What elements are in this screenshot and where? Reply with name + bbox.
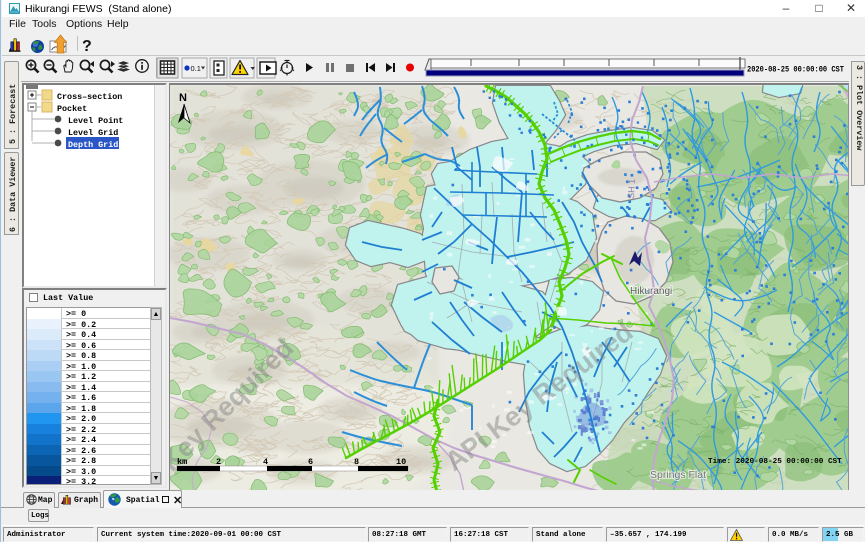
svg-text:0.1: 0.1 (191, 64, 201, 73)
svg-text:Hikurangi: Hikurangi (630, 286, 672, 297)
svg-text:Cross–section: Cross–section (57, 92, 122, 102)
svg-text:km: km (177, 457, 187, 467)
svg-text:2020-08-25 00:00:00 CST: 2020-08-25 00:00:00 CST (747, 67, 844, 75)
svg-text:6: 6 (308, 457, 313, 467)
svg-text:2: 2 (216, 457, 221, 467)
svg-text:?: ? (82, 38, 92, 55)
svg-text:Level Grid: Level Grid (68, 128, 118, 138)
svg-text:8: 8 (354, 457, 359, 467)
svg-text:SH 1: SH 1 (626, 179, 637, 200)
svg-text:Depth Grid: Depth Grid (68, 140, 118, 150)
svg-text:N: N (179, 92, 187, 104)
svg-text:10: 10 (396, 457, 406, 467)
svg-text:Pocket: Pocket (57, 104, 87, 114)
svg-text:Springs Flat: Springs Flat (650, 469, 706, 481)
svg-text:4: 4 (263, 457, 268, 467)
svg-text:Level Point: Level Point (68, 116, 123, 126)
svg-text:Time: 2020-08-25 00:00:00 CST: Time: 2020-08-25 00:00:00 CST (708, 458, 842, 466)
